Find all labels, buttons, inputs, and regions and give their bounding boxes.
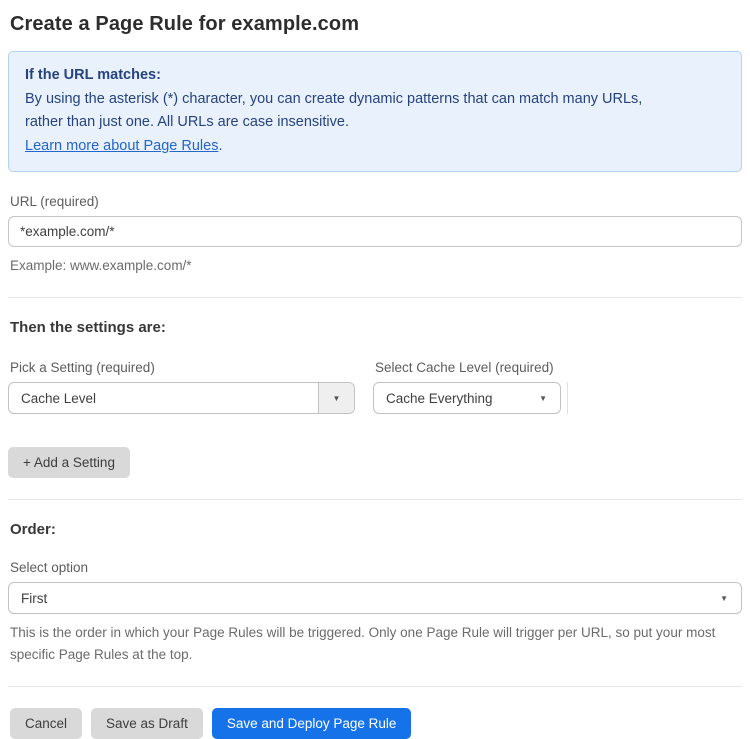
add-setting-button[interactable]: + Add a Setting xyxy=(8,447,130,479)
pick-setting-label: Pick a Setting (required) xyxy=(10,360,155,376)
order-heading: Order: xyxy=(10,521,56,539)
chevron-down-icon: ▼ xyxy=(318,383,354,414)
info-box-link-row: Learn more about Page Rules. xyxy=(25,135,725,159)
divider-actions xyxy=(8,686,742,688)
cache-level-select-value: Cache Everything xyxy=(386,390,493,406)
divider-order xyxy=(8,499,742,501)
chevron-down-icon: ▼ xyxy=(539,393,547,403)
page-rule-form: Create a Page Rule for example.com If th… xyxy=(0,13,750,739)
url-input[interactable] xyxy=(8,215,742,247)
cache-level-select[interactable]: Cache Everything ▼ xyxy=(373,382,561,415)
learn-more-link[interactable]: Learn more about Page Rules xyxy=(25,138,218,154)
divider-settings xyxy=(8,297,742,299)
page-title: Create a Page Rule for example.com xyxy=(10,13,360,35)
order-select[interactable]: First ▼ xyxy=(8,582,742,615)
url-example-helper: Example: www.example.com/* xyxy=(10,257,192,273)
link-period: . xyxy=(218,137,223,154)
settings-row: Pick a Setting (required) Cache Level ▼ … xyxy=(8,360,742,415)
action-buttons: Cancel Save as Draft Save and Deploy Pag… xyxy=(10,708,740,739)
settings-vertical-separator xyxy=(567,382,568,415)
setting-select-value: Cache Level xyxy=(21,390,97,406)
pick-setting-column: Pick a Setting (required) Cache Level ▼ xyxy=(8,360,355,415)
url-matches-info-box: If the URL matches: By using the asteris… xyxy=(8,51,742,172)
cache-level-label: Select Cache Level (required) xyxy=(375,360,554,376)
url-field-label: URL (required) xyxy=(10,193,99,209)
info-box-body-line2: rather than just one. All URLs are case … xyxy=(25,114,349,131)
order-helper-text: This is the order in which your Page Rul… xyxy=(10,625,716,662)
order-select-label: Select option xyxy=(10,560,89,576)
info-box-body-line1: By using the asterisk (*) character, you… xyxy=(25,90,643,107)
info-box-heading: If the URL matches: xyxy=(25,67,161,83)
settings-heading: Then the settings are: xyxy=(10,319,166,337)
chevron-down-icon: ▼ xyxy=(720,593,728,603)
save-and-deploy-button[interactable]: Save and Deploy Page Rule xyxy=(211,708,412,739)
order-select-value: First xyxy=(21,590,48,606)
setting-select[interactable]: Cache Level ▼ xyxy=(8,382,355,415)
save-as-draft-button[interactable]: Save as Draft xyxy=(91,708,203,739)
cancel-button[interactable]: Cancel xyxy=(10,708,83,739)
cache-level-column: Select Cache Level (required) Cache Ever… xyxy=(373,360,561,415)
